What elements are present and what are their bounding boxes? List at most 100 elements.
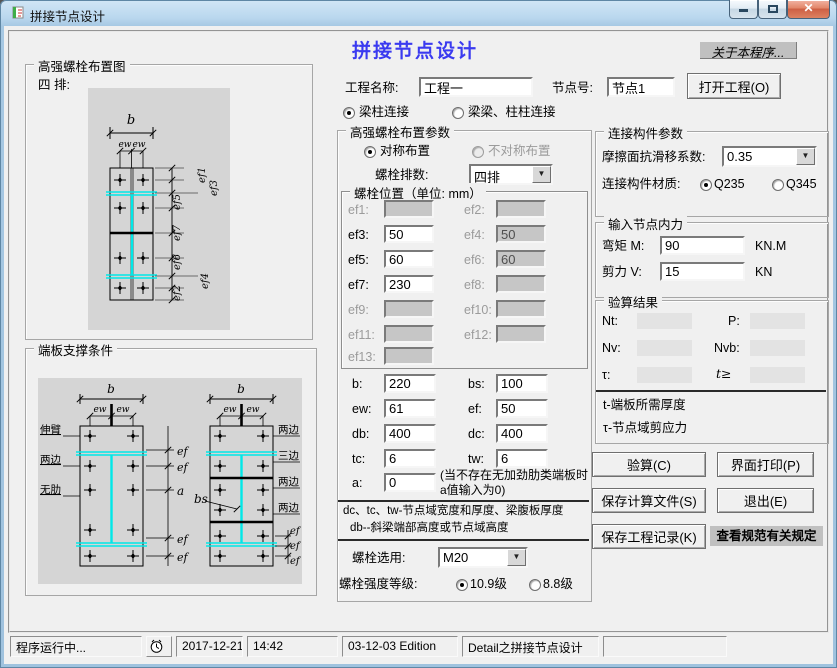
b-label: b: bbox=[352, 377, 362, 392]
radio-beam-column[interactable] bbox=[343, 107, 355, 119]
dc-input[interactable] bbox=[496, 424, 548, 443]
p-label: P: bbox=[728, 314, 740, 329]
shear-label: 剪力 V: bbox=[602, 265, 642, 280]
radio-asymmetric-label: 不对称布置 bbox=[488, 144, 551, 159]
ef13-input bbox=[384, 347, 434, 365]
bolt-select[interactable]: M20 ▼ bbox=[438, 547, 528, 568]
open-project-button[interactable]: 打开工程(O) bbox=[687, 73, 781, 99]
ef7-label: ef7: bbox=[348, 278, 369, 293]
close-button[interactable]: ✕ bbox=[787, 0, 830, 19]
ef10-input bbox=[496, 300, 546, 318]
status-edition: 03-12-03 Edition bbox=[342, 636, 458, 657]
ef9-label: ef9: bbox=[348, 303, 369, 318]
status-date: 2017-12-21 bbox=[176, 636, 243, 657]
friction-label: 摩擦面抗滑移系数: bbox=[602, 150, 705, 165]
save-record-button[interactable]: 保存工程记录(K) bbox=[592, 524, 706, 549]
left-side1-label: 伸臂 bbox=[40, 423, 61, 436]
chevron-down-icon[interactable]: ▼ bbox=[532, 166, 551, 183]
check-button[interactable]: 验算(C) bbox=[592, 452, 706, 477]
about-label[interactable]: 关于本程序... bbox=[700, 42, 797, 59]
moment-input[interactable] bbox=[660, 236, 745, 255]
dc-label: dc: bbox=[468, 427, 485, 442]
ef5-input[interactable] bbox=[384, 250, 434, 268]
maximize-button[interactable] bbox=[758, 0, 787, 19]
radio-beam-beam-column[interactable] bbox=[452, 107, 464, 119]
minimize-icon bbox=[739, 9, 748, 12]
radio-beam-column-label: 梁柱连接 bbox=[359, 105, 409, 120]
radio-symmetric-label: 对称布置 bbox=[380, 144, 430, 159]
dim-ef7-label: ef7 bbox=[172, 224, 183, 241]
a-note: (当不存在无加劲肋类端板时a值输入为0) bbox=[440, 468, 588, 498]
status-empty bbox=[603, 636, 727, 657]
status-message: 程序运行中... bbox=[10, 636, 142, 657]
ef-input[interactable] bbox=[496, 399, 548, 418]
project-name-input[interactable] bbox=[419, 77, 533, 97]
radio-symmetric[interactable] bbox=[364, 146, 376, 158]
ef4-label: ef4: bbox=[464, 228, 485, 243]
bolt-grade-label: 螺栓强度等级: bbox=[339, 577, 417, 592]
radio-q345-label: Q345 bbox=[786, 177, 817, 192]
nt-label: Nt: bbox=[602, 314, 618, 329]
chevron-down-icon[interactable]: ▼ bbox=[507, 549, 526, 566]
ef-label: ef: bbox=[468, 402, 482, 417]
right-b-label: b bbox=[237, 382, 245, 396]
dim-ef2-label: ef2 bbox=[172, 285, 183, 301]
note-db: db--斜梁端部高度或节点域高度 bbox=[350, 522, 508, 536]
ef9-input bbox=[384, 300, 434, 318]
radio-grade-88[interactable] bbox=[529, 579, 541, 591]
a-label: a: bbox=[352, 476, 362, 491]
window-title: 拼接节点设计 bbox=[30, 6, 105, 25]
left-side3-label: 无肋 bbox=[40, 483, 61, 496]
tw-input[interactable] bbox=[496, 449, 548, 468]
radio-asymmetric[interactable] bbox=[472, 146, 484, 158]
radio-q235[interactable] bbox=[700, 179, 712, 191]
chevron-down-icon[interactable]: ▼ bbox=[796, 148, 815, 165]
bs-input[interactable] bbox=[496, 374, 548, 393]
ef12-input bbox=[496, 325, 546, 343]
left-dim-ef1: ef bbox=[177, 445, 190, 458]
forces-title: 输入节点内力 bbox=[604, 214, 687, 233]
dim-ef4-label: ef4 bbox=[200, 273, 211, 289]
b-input[interactable] bbox=[384, 374, 436, 393]
node-number-label: 节点号: bbox=[552, 81, 593, 96]
ef7-input[interactable] bbox=[384, 275, 434, 293]
project-name-label: 工程名称: bbox=[345, 81, 398, 96]
nvb-label: Nvb: bbox=[714, 341, 740, 356]
bolt-rows-select[interactable]: 四排 ▼ bbox=[469, 164, 553, 185]
dim-ef3-label: ef3 bbox=[209, 180, 220, 196]
ef8-label: ef8: bbox=[464, 278, 485, 293]
left-dim-ef2: ef bbox=[177, 461, 190, 474]
db-input[interactable] bbox=[384, 424, 436, 443]
tau-value bbox=[637, 367, 692, 383]
page-title: 拼接节点设计 bbox=[352, 36, 478, 63]
exit-button[interactable]: 退出(E) bbox=[717, 488, 814, 513]
clock-button[interactable] bbox=[146, 636, 172, 657]
moment-label: 弯矩 M: bbox=[602, 239, 644, 254]
ef12-label: ef12: bbox=[464, 328, 492, 343]
ew-input[interactable] bbox=[384, 399, 436, 418]
radio-q345[interactable] bbox=[772, 179, 784, 191]
shear-input[interactable] bbox=[660, 262, 745, 281]
bolt-select-value: M20 bbox=[443, 550, 468, 565]
left-b-label: b bbox=[107, 382, 115, 396]
nt-value bbox=[637, 313, 692, 329]
node-number-input[interactable] bbox=[607, 77, 675, 97]
status-time: 14:42 bbox=[247, 636, 338, 657]
tc-input[interactable] bbox=[384, 449, 436, 468]
a-input[interactable] bbox=[384, 473, 436, 492]
save-calc-button[interactable]: 保存计算文件(S) bbox=[592, 488, 706, 513]
ef3-input[interactable] bbox=[384, 225, 434, 243]
radio-grade-109[interactable] bbox=[456, 579, 468, 591]
db-label: db: bbox=[352, 427, 369, 442]
right-side4-label: 两边 bbox=[278, 502, 299, 514]
ef10-label: ef10: bbox=[464, 303, 492, 318]
dim-ew1-label: ew bbox=[118, 140, 131, 150]
print-button[interactable]: 界面打印(P) bbox=[717, 452, 814, 477]
minimize-button[interactable] bbox=[729, 0, 758, 19]
note-dctctw: dc、tc、tw-节点域宽度和厚度、梁腹板厚度 bbox=[343, 505, 563, 519]
view-code-label[interactable]: 查看规范有关规定 bbox=[710, 526, 823, 546]
separator bbox=[338, 500, 589, 502]
separator bbox=[596, 390, 826, 392]
friction-select[interactable]: 0.35 ▼ bbox=[722, 146, 817, 167]
ef1-label: ef1: bbox=[348, 203, 369, 218]
